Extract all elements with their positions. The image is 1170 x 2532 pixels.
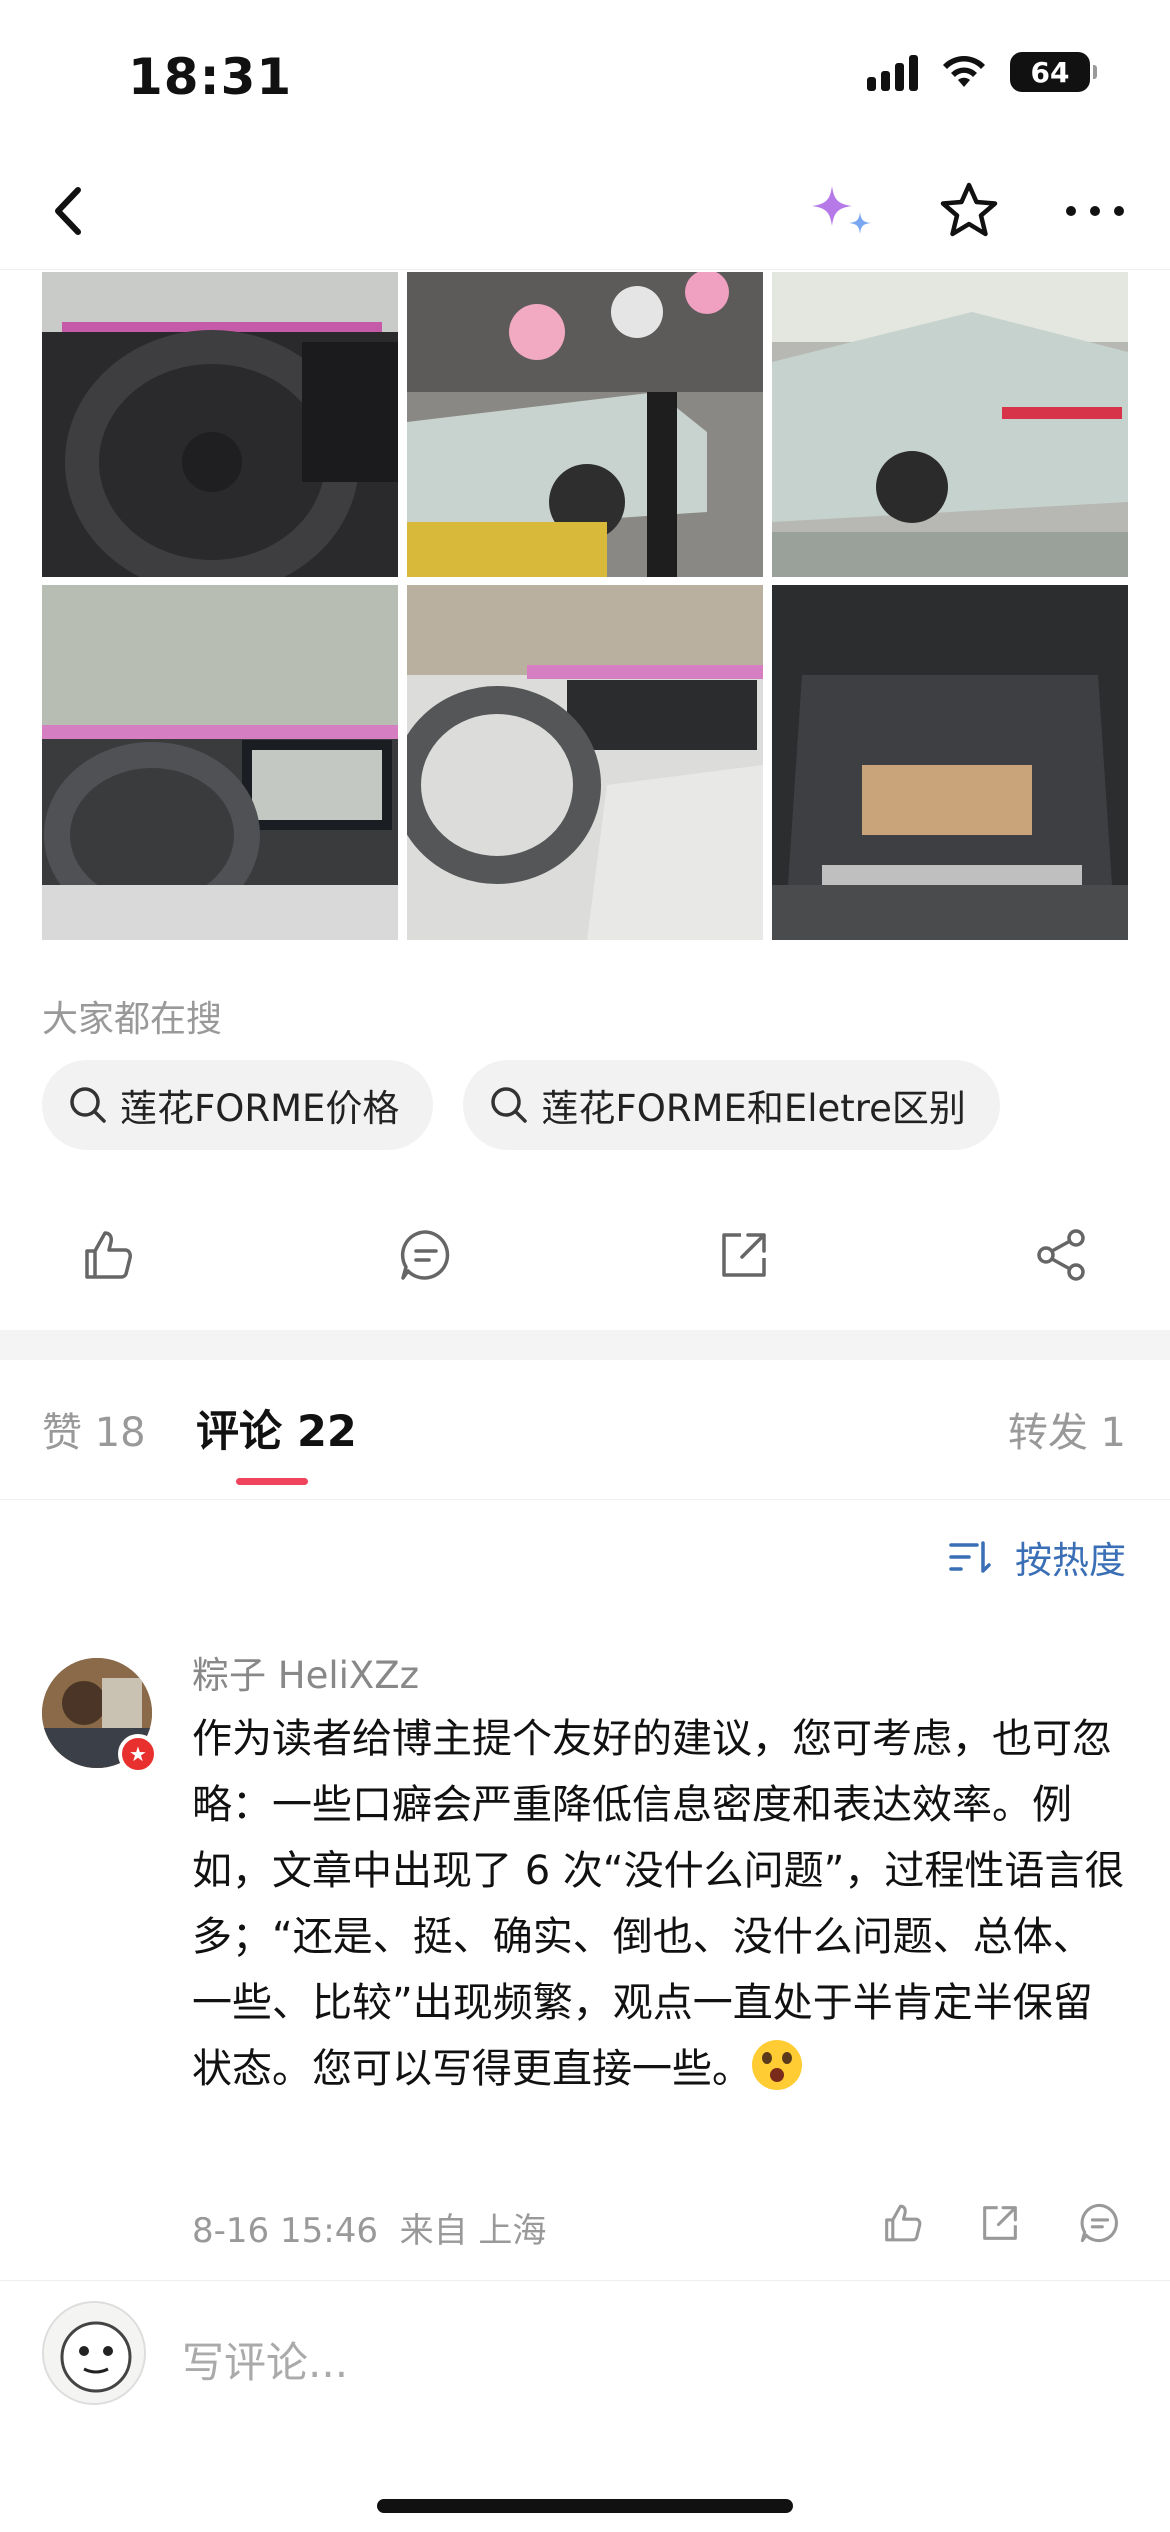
search-icon <box>491 1087 528 1123</box>
tab-reposts[interactable]: 转发 1 <box>1008 1400 1126 1458</box>
photo-car-rear-charging[interactable] <box>772 272 1128 577</box>
comment-repost-button[interactable] <box>972 2195 1028 2251</box>
active-tab-indicator <box>236 1478 308 1485</box>
ai-assistant-button[interactable] <box>808 176 878 246</box>
cellular-signal-icon <box>867 53 918 91</box>
back-button[interactable] <box>36 176 106 246</box>
repost-icon <box>983 2206 1017 2240</box>
status-time: 18:31 <box>128 48 293 106</box>
photo-steering-wheel[interactable] <box>42 272 398 577</box>
star-icon <box>940 182 998 237</box>
repost-button[interactable] <box>709 1220 779 1290</box>
comment-icon <box>400 1230 450 1280</box>
avatar-image <box>44 2303 144 2403</box>
like-button[interactable] <box>72 1220 142 1290</box>
tab-comments[interactable]: 评论 22 <box>196 1397 357 1459</box>
photo-image <box>42 585 398 940</box>
comment-time: 8-16 15:46 <box>192 2211 378 2251</box>
sort-icon <box>949 1541 991 1573</box>
search-chip[interactable]: 莲花FORME和Eletre区别 <box>463 1060 1000 1150</box>
search-chip-label: 莲花FORME价格 <box>120 1087 400 1130</box>
photo-image <box>407 585 763 940</box>
photo-image <box>407 272 763 577</box>
wifi-icon <box>943 56 985 87</box>
repost-icon <box>722 1233 766 1277</box>
share-button[interactable] <box>1027 1220 1097 1290</box>
comment-text-container: 作为读者给博主提个友好的建议，您可考虑，也可忽略：一些口癖会严重降低信息密度和表… <box>192 1706 1132 2102</box>
comment-location: 来自 上海 <box>399 2211 547 2251</box>
search-chip-label: 莲花FORME和Eletre区别 <box>541 1087 966 1130</box>
photo-showroom-car[interactable] <box>407 272 763 577</box>
battery-icon: 64 <box>1010 52 1097 92</box>
thumbs-up-icon <box>85 1231 132 1279</box>
my-avatar <box>42 2301 146 2405</box>
sort-label: 按热度 <box>1015 1539 1126 1582</box>
share-icon <box>1037 1229 1085 1281</box>
top-nav-bar <box>0 150 1170 270</box>
more-button[interactable] <box>1060 176 1130 246</box>
home-indicator <box>377 2499 793 2513</box>
comment-like-button[interactable] <box>874 2195 930 2251</box>
thumbs-up-icon <box>885 2204 922 2242</box>
surprised-emoji-icon <box>752 2040 802 2090</box>
photo-interior-dashboard[interactable] <box>42 585 398 940</box>
status-icons: 64 <box>867 52 1097 92</box>
comment-button[interactable] <box>391 1220 461 1290</box>
verified-badge-icon: ★ <box>118 1734 158 1774</box>
comment-timestamp-location: 8-16 15:46 来自 上海 <box>192 2203 546 2252</box>
interaction-tabs: 赞 18 评论 22 转发 1 <box>0 1360 1170 1500</box>
sort-by-hot-button[interactable]: 按热度 <box>947 1530 1126 1584</box>
nav-actions <box>808 176 1130 246</box>
sparkle-icon <box>812 186 871 234</box>
more-dots-icon <box>1066 206 1124 216</box>
section-divider <box>0 1330 1170 1360</box>
favorite-button[interactable] <box>934 176 1004 246</box>
post-action-bar <box>0 1200 1170 1310</box>
comment-icon <box>1080 2203 1118 2243</box>
comment-input-bar: 写评论... <box>0 2280 1170 2532</box>
comment-text: 作为读者给博主提个友好的建议，您可考虑，也可忽略：一些口癖会严重降低信息密度和表… <box>192 1716 1125 2092</box>
search-icon <box>70 1087 106 1123</box>
comment-meta: 8-16 15:46 来自 上海 <box>192 2195 1132 2255</box>
photo-image <box>772 585 1128 940</box>
search-chip[interactable]: 莲花FORME价格 <box>42 1060 434 1150</box>
search-suggestions-heading: 大家都在搜 <box>42 999 223 1040</box>
photo-trunk[interactable] <box>772 585 1128 940</box>
comment-reply-button[interactable] <box>1072 2195 1128 2251</box>
photo-interior-side[interactable] <box>407 585 763 940</box>
comment-body: 粽子 HeliXZz 作为读者给博主提个友好的建议，您可考虑，也可忽略：一些口癖… <box>192 1650 1132 2102</box>
photo-image <box>42 272 398 577</box>
photo-grid <box>42 272 1128 940</box>
chevron-left-icon <box>55 187 81 235</box>
tab-likes[interactable]: 赞 18 <box>42 1400 146 1458</box>
photo-image <box>772 272 1128 577</box>
comment-author[interactable]: 粽子 HeliXZz <box>192 1650 1132 1702</box>
status-bar: 18:31 64 <box>0 0 1170 150</box>
search-suggestion-chips: 莲花FORME价格 莲花FORME和Eletre区别 <box>42 1060 1000 1150</box>
comment-input[interactable]: 写评论... <box>182 2329 348 2390</box>
